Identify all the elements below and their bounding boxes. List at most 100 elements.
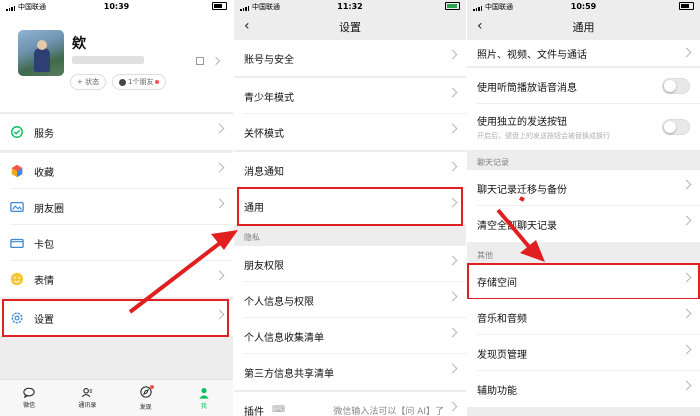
chevron-right-icon (447, 197, 458, 208)
care-label: 关怀模式 (244, 128, 284, 140)
chevron-right-icon (214, 309, 225, 320)
tab-contacts-label: 通讯录 (78, 402, 97, 409)
avatar[interactable] (18, 30, 64, 76)
qr-code-icon[interactable] (196, 57, 204, 65)
settings-account[interactable]: 账号与安全 (234, 40, 466, 76)
friend-avatar-icon (119, 78, 126, 86)
plugin-hint: 微信输入法可以【问 AI】了 (333, 406, 444, 416)
settings-third-party[interactable]: 第三方信息共享清单 (234, 354, 466, 390)
discover-badge-dot (149, 384, 154, 389)
menu-favorites-label: 收藏 (34, 167, 54, 179)
third-party-label: 第三方信息共享清单 (244, 368, 334, 380)
friends-label: 1个朋友 (128, 78, 154, 86)
battery-icon (212, 2, 227, 10)
menu-stickers[interactable]: 表情 (0, 261, 233, 297)
back-arrow-icon[interactable]: ‹ (244, 18, 250, 34)
contacts-icon (82, 388, 93, 398)
chevron-right-icon (447, 291, 458, 302)
music-label: 音乐和音频 (477, 313, 527, 325)
tab-chats-label: 微信 (23, 402, 36, 409)
cards-icon (10, 238, 24, 249)
menu-favorites[interactable]: 收藏 (0, 153, 233, 189)
general-storage[interactable]: 存储空间 (467, 263, 700, 299)
general-media[interactable]: 照片、视频、文件与通话 (467, 40, 700, 66)
settings-plugins[interactable]: 插件 ⌨ 微信输入法可以【问 AI】了 (234, 392, 466, 416)
settings-notify[interactable]: 消息通知 (234, 152, 466, 188)
chat-bubble-icon (23, 387, 35, 398)
bottom-tab-bar: 微信 通讯录 发现 我 (0, 379, 233, 416)
general-discover-mgmt[interactable]: 发现页管理 (467, 335, 700, 371)
privacy-section-header: 隐私 (244, 233, 260, 242)
general-send-button[interactable]: 使用独立的发送按钮 开启后，键盘上的发送按钮会被替换成换行 (467, 104, 700, 150)
chevron-right-icon (214, 198, 225, 209)
chevron-right-icon (681, 272, 692, 283)
migrate-label: 聊天记录迁移与备份 (477, 184, 567, 196)
battery-icon (445, 2, 460, 10)
general-accessibility[interactable]: 辅助功能 (467, 371, 700, 407)
status-bar: 中国联通 11:32 (234, 0, 466, 14)
gear-icon (11, 312, 23, 324)
settings-friend-perm[interactable]: 朋友权限 (234, 246, 466, 282)
settings-general[interactable]: 通用 (234, 188, 466, 224)
send-button-label: 使用独立的发送按钮 (477, 117, 567, 128)
plugin-hint-icon: ⌨ (272, 405, 285, 415)
menu-services-label: 服务 (34, 128, 54, 140)
settings-personal-collect[interactable]: 个人信息收集清单 (234, 318, 466, 354)
accessibility-label: 辅助功能 (477, 385, 517, 397)
tab-me[interactable]: 我 (175, 380, 233, 416)
account-label: 账号与安全 (244, 54, 294, 66)
general-music[interactable]: 音乐和音频 (467, 299, 700, 335)
battery-icon (679, 2, 694, 10)
notification-dot (155, 80, 160, 84)
stickers-icon (10, 272, 24, 286)
status-button[interactable]: + 状态 (70, 74, 107, 90)
earpiece-toggle[interactable] (662, 78, 690, 94)
status-bar: 中国联通 10:39 (0, 0, 233, 14)
chevron-right-icon (681, 215, 692, 226)
status-time: 10:59 (570, 2, 597, 11)
back-arrow-icon[interactable]: ‹ (477, 18, 483, 34)
chevron-right-icon (447, 255, 458, 266)
menu-services[interactable]: 服务 (0, 114, 233, 150)
other-section-header: 其他 (477, 251, 493, 260)
friends-badge[interactable]: 1个朋友 (112, 74, 167, 90)
settings-personal-info[interactable]: 个人信息与权限 (234, 282, 466, 318)
settings-care[interactable]: 关怀模式 (234, 114, 466, 150)
chevron-right-icon (447, 123, 458, 134)
chevron-right-icon (214, 123, 225, 134)
wechat-id-blurred (72, 56, 144, 64)
chevron-right-icon (681, 344, 692, 355)
status-time: 10:39 (103, 2, 130, 11)
teen-label: 青少年模式 (244, 92, 294, 104)
menu-cards[interactable]: 卡包 (0, 225, 233, 261)
tab-chats[interactable]: 微信 (0, 380, 58, 416)
tab-discover[interactable]: 发现 (117, 380, 175, 416)
tab-contacts[interactable]: 通讯录 (58, 380, 116, 416)
nav-bar: ‹ 设置 (234, 14, 466, 40)
favorites-icon (11, 164, 23, 178)
personal-collect-label: 个人信息收集清单 (244, 332, 324, 344)
general-migrate[interactable]: 聊天记录迁移与备份 (467, 170, 700, 206)
menu-moments[interactable]: 朋友圈 (0, 189, 233, 225)
moments-icon (10, 201, 24, 213)
earpiece-label: 使用听筒播放语音消息 (477, 82, 577, 94)
settings-teen[interactable]: 青少年模式 (234, 78, 466, 114)
general-clear[interactable]: 清空全部聊天记录 (467, 206, 700, 242)
general-screen: 中国联通 10:59 ‹ 通用 照片、视频、文件与通话 使用听筒播放语音消息 使… (467, 0, 700, 416)
person-icon (199, 387, 209, 399)
general-earpiece[interactable]: 使用听筒播放语音消息 (467, 68, 700, 104)
menu-settings[interactable]: 设置 (0, 300, 233, 336)
chevron-right-icon (447, 49, 458, 60)
chevron-right-icon (681, 380, 692, 391)
chevron-right-icon (447, 363, 458, 374)
status-time: 11:32 (337, 2, 363, 11)
personal-info-label: 个人信息与权限 (244, 296, 314, 308)
me-screen: 中国联通 10:39 欸 + 状态 1个朋友 服务 收藏 朋友圈 卡包 表情 设… (0, 0, 233, 416)
menu-settings-label: 设置 (34, 314, 54, 326)
chat-history-section-header: 聊天记录 (477, 158, 509, 167)
settings-screen: 中国联通 11:32 ‹ 设置 账号与安全 青少年模式 关怀模式 消息通知 通用… (234, 0, 466, 416)
send-button-toggle[interactable] (662, 119, 690, 135)
chevron-right-icon (447, 161, 458, 172)
clear-label: 清空全部聊天记录 (477, 220, 557, 232)
discover-mgmt-label: 发现页管理 (477, 349, 527, 361)
